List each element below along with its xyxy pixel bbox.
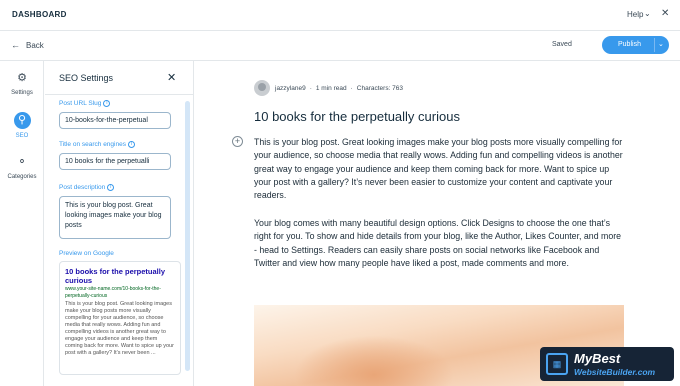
rail-item-label: Settings (11, 90, 33, 96)
post-title[interactable]: 10 books for the perpetually curious (254, 109, 460, 124)
author-name: jazzylane9 (275, 85, 306, 92)
back-arrow-icon: ← (11, 40, 20, 50)
rail-item-categories[interactable]: ⚬ Categories (0, 155, 44, 180)
badge-line-1: MyBest (574, 351, 621, 366)
close-icon[interactable]: ✕ (167, 71, 176, 84)
url-slug-input[interactable]: 10-books-for-the-perpetual (59, 112, 171, 129)
close-icon[interactable]: ✕ (661, 8, 669, 19)
publish-dropdown-icon[interactable]: ⌄ (658, 40, 664, 48)
rail-item-seo[interactable]: ⚲ SEO (0, 112, 44, 139)
divider (45, 94, 194, 95)
search-title-input[interactable]: 10 books for the perpetualli (59, 153, 171, 170)
seo-settings-panel: SEO Settings ✕ Post URL Slug i 10-books-f… (45, 61, 194, 386)
browser-logo-icon: ▦ (546, 353, 568, 375)
gear-icon: ⚙ (17, 72, 27, 84)
preview-description: This is your blog post. Great looking im… (65, 301, 174, 356)
publish-divider (654, 38, 655, 52)
info-icon[interactable]: i (127, 141, 135, 148)
top-bar: DASHBOARD Help ⌄ ✕ (0, 0, 680, 31)
help-menu[interactable]: Help (627, 10, 643, 19)
rail-item-label: Categories (7, 174, 37, 180)
url-slug-label: Post URL Slug i (59, 100, 111, 107)
publish-button[interactable]: Publish ⌄ (602, 36, 669, 54)
editor-toolbar: ← Back Saved Publish ⌄ (0, 31, 680, 61)
plus-icon[interactable]: + (232, 136, 243, 147)
preview-url: www.your-site-name.com/10-books-for-the-… (65, 286, 161, 299)
search-icon: ⚲ (13, 112, 31, 129)
saved-status: Saved (552, 41, 572, 48)
preview-title: 10 books for the perpetually curious (65, 267, 166, 285)
info-icon[interactable]: i (107, 184, 115, 191)
watermark-badge: ▦ MyBest WebsiteBuilder.com (540, 347, 674, 381)
post-paragraph-2[interactable]: Your blog comes with many beautiful desi… (254, 217, 626, 270)
character-count: Characters: 763 (356, 85, 404, 92)
search-title-label: Title on search engines i (59, 141, 135, 148)
description-label: Post description i (59, 184, 115, 191)
rail-item-settings[interactable]: ⚙ Settings (0, 71, 44, 96)
description-textarea[interactable]: This is your blog post. Great looking im… (59, 196, 171, 239)
publish-label: Publish (618, 41, 641, 48)
panel-title: SEO Settings (59, 73, 114, 83)
read-time: 1 min read (315, 85, 347, 92)
chevron-down-icon[interactable]: ⌄ (644, 9, 651, 18)
badge-line-2: WebsiteBuilder.com (574, 367, 656, 377)
post-meta: jazzylane9 · 1 min read · Characters: 763 (275, 85, 404, 92)
panel-scrollbar[interactable] (185, 101, 190, 371)
dashboard-link[interactable]: DASHBOARD (12, 10, 67, 19)
info-icon[interactable]: i (103, 100, 111, 107)
back-button[interactable]: ← Back (11, 40, 44, 50)
back-label: Back (26, 41, 44, 50)
preview-label: Preview on Google (59, 250, 114, 257)
google-preview: 10 books for the perpetually curious www… (59, 261, 181, 375)
categories-icon: ⚬ (17, 156, 27, 168)
post-paragraph-1[interactable]: This is your blog post. Great looking im… (254, 136, 626, 202)
rail-item-label: SEO (15, 133, 29, 139)
post-editor-canvas: jazzylane9 · 1 min read · Characters: 763 10… (195, 61, 680, 386)
icon-rail: ⚙ Settings ⚲ SEO ⚬ Categories (0, 61, 44, 386)
avatar (254, 80, 270, 96)
